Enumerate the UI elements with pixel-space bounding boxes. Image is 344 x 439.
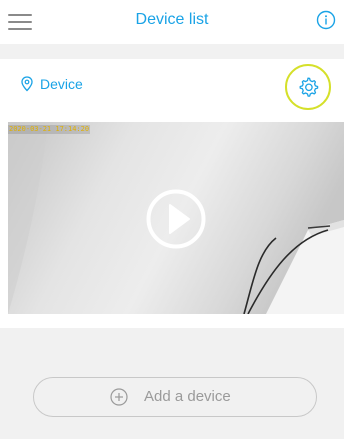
- plus-circle-icon: [110, 388, 128, 406]
- device-name[interactable]: Device: [40, 75, 83, 93]
- video-timestamp: 2020-03-21 17:14:20: [8, 125, 91, 134]
- info-icon[interactable]: [316, 10, 336, 30]
- video-preview[interactable]: 2020-03-21 17:14:20: [8, 122, 344, 314]
- play-icon: [146, 189, 206, 249]
- page-title: Device list: [135, 11, 209, 28]
- add-device-label: Add a device: [144, 388, 231, 405]
- add-device-button[interactable]: Add a device: [33, 377, 317, 417]
- device-settings-button[interactable]: [285, 64, 331, 110]
- location-pin-icon: [21, 76, 33, 92]
- app-header: Device list: [0, 0, 344, 44]
- device-header-row: Device: [0, 59, 344, 117]
- gear-icon: [299, 77, 319, 97]
- play-button[interactable]: [146, 189, 206, 249]
- device-card: Device 2020-03-21 17:14:20: [0, 59, 344, 328]
